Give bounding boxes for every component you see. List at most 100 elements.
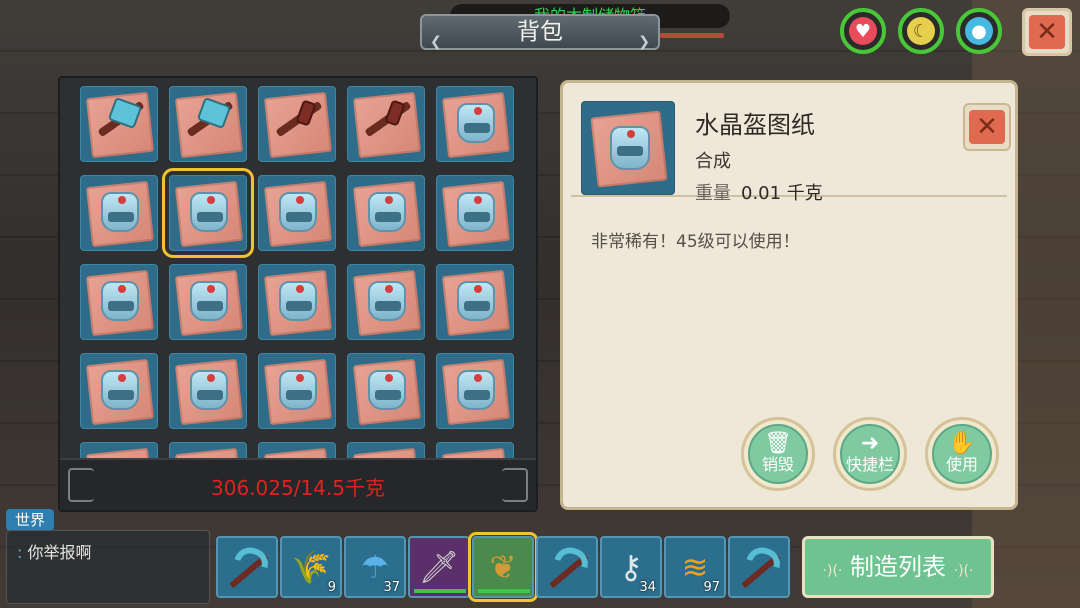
- discard-label: 销毁: [761, 455, 794, 474]
- ornament-right-icon: ·)(·: [953, 563, 974, 579]
- water-indicator[interactable]: ●: [956, 8, 1002, 54]
- hotbar-slot[interactable]: ❦: [468, 532, 538, 602]
- inventory-slot[interactable]: [80, 264, 158, 340]
- close-icon: ✕: [1029, 15, 1065, 49]
- item-count: 34: [639, 580, 656, 595]
- blueprint-paper: [264, 447, 332, 458]
- craft-list-label: 制造列表: [850, 553, 946, 581]
- shortcut-button[interactable]: ➜ 快捷栏: [833, 417, 907, 491]
- helmet-icon: [279, 281, 317, 321]
- inventory-slot[interactable]: [80, 442, 158, 458]
- banana-pouch-icon: ❦: [489, 548, 517, 586]
- blueprint-paper: [264, 91, 332, 159]
- chat-prefix: :: [17, 543, 23, 562]
- helmet-icon: [101, 192, 139, 232]
- heart-icon: ♥: [849, 17, 877, 45]
- chat-message: : 你举报啊: [17, 539, 92, 563]
- inventory-slot[interactable]: [347, 264, 425, 340]
- shortcut-button-face: ➜ 快捷栏: [840, 424, 900, 484]
- hand-icon: ✋: [948, 431, 976, 456]
- inventory-slot[interactable]: [436, 175, 514, 251]
- hotbar-slot[interactable]: 🌾 9: [280, 536, 342, 598]
- hotbar-slot[interactable]: [216, 536, 278, 598]
- inventory-slot[interactable]: [169, 353, 247, 429]
- inventory-slot[interactable]: [258, 442, 336, 458]
- inventory-slot[interactable]: [258, 353, 336, 429]
- inventory-slot[interactable]: [347, 442, 425, 458]
- blueprint-paper: [353, 447, 421, 458]
- inventory-slot[interactable]: [436, 264, 514, 340]
- inventory-slot[interactable]: [258, 175, 336, 251]
- inventory-slot[interactable]: [80, 86, 158, 162]
- item-detail-panel: 水晶盔图纸 合成 重量 0.01 千克 ✕ 非常稀有！45级可以使用！ 🗑 销毁…: [560, 80, 1018, 510]
- inventory-slot[interactable]: [436, 353, 514, 429]
- inventory-slot[interactable]: [347, 175, 425, 251]
- page-title: 背包: [517, 19, 563, 45]
- item-detail-icon: [581, 101, 675, 195]
- hotbar-slot[interactable]: ☂ 37: [344, 536, 406, 598]
- helmet-icon: [368, 192, 406, 232]
- container-durability-bar: [660, 33, 724, 38]
- hotbar-slot[interactable]: [536, 536, 598, 598]
- craft-list-button[interactable]: ·)(· 制造列表 ·)(·: [802, 536, 994, 598]
- helmet-icon: [190, 192, 228, 232]
- trash-icon: 🗑: [764, 431, 792, 456]
- inventory-slot[interactable]: [347, 353, 425, 429]
- helmet-icon: [279, 192, 317, 232]
- helmet-icon: [101, 281, 139, 321]
- health-indicator[interactable]: ♥: [840, 8, 886, 54]
- helmet-icon: [457, 192, 495, 232]
- close-detail-button[interactable]: ✕: [963, 103, 1011, 151]
- chat-channel-tab[interactable]: 世界: [6, 509, 54, 531]
- close-backpack-button[interactable]: ✕: [1022, 8, 1072, 56]
- helmet-icon: [101, 370, 139, 410]
- helmet-icon: [457, 370, 495, 410]
- hotbar-slot[interactable]: 🗡: [408, 536, 470, 598]
- hotbar-slot[interactable]: ⚷ 34: [600, 536, 662, 598]
- inventory-grid[interactable]: [80, 86, 520, 458]
- shortcut-label: 快捷栏: [845, 455, 894, 474]
- pickaxe-icon: [746, 543, 784, 569]
- blueprint-paper: [175, 447, 243, 458]
- inventory-slot[interactable]: [162, 168, 254, 258]
- inventory-slot[interactable]: [347, 86, 425, 162]
- chat-box[interactable]: : 你举报啊: [6, 530, 210, 604]
- helmet-icon: [190, 281, 228, 321]
- helmet-icon: [190, 370, 228, 410]
- item-name: 水晶盔图纸: [695, 111, 815, 139]
- banana-icon: ☾: [907, 17, 935, 45]
- discard-button-face: 🗑 销毁: [748, 424, 808, 484]
- inventory-slot[interactable]: [169, 264, 247, 340]
- inventory-slot[interactable]: [169, 442, 247, 458]
- discard-button[interactable]: 🗑 销毁: [741, 417, 815, 491]
- inventory-slot[interactable]: [80, 353, 158, 429]
- inventory-slot[interactable]: [80, 175, 158, 251]
- blueprint-paper: [353, 91, 421, 159]
- helmet-icon: [457, 281, 495, 321]
- hotbar-slot[interactable]: ≋ 97: [664, 536, 726, 598]
- carry-weight: 306.025/14.5千克: [211, 476, 385, 500]
- helmet-icon: [368, 281, 406, 321]
- helmet-icon: [457, 103, 495, 143]
- inventory-slot[interactable]: [258, 264, 336, 340]
- use-button[interactable]: ✋ 使用: [925, 417, 999, 491]
- hotbar-slot[interactable]: [728, 536, 790, 598]
- hunger-indicator[interactable]: ☾: [898, 8, 944, 54]
- close-icon: ✕: [969, 110, 1005, 144]
- use-label: 使用: [945, 455, 978, 474]
- helmet-icon: [610, 126, 650, 170]
- inventory-slot[interactable]: [169, 86, 247, 162]
- item-weight-label: 重量: [695, 183, 731, 204]
- inventory-slot[interactable]: [436, 442, 514, 458]
- helmet-icon: [279, 370, 317, 410]
- item-detail-header: 水晶盔图纸 合成 重量 0.01 千克 ✕: [571, 91, 1011, 204]
- weight-bar: 306.025/14.5千克: [60, 458, 536, 510]
- use-button-face: ✋ 使用: [932, 424, 992, 484]
- droplet-icon: ●: [965, 17, 993, 45]
- inventory-slot[interactable]: [258, 86, 336, 162]
- item-description: 非常稀有！45级可以使用！: [591, 232, 800, 252]
- inventory-slot[interactable]: [436, 86, 514, 162]
- sword-icon: 🗡: [418, 548, 460, 586]
- durability-bar: [414, 589, 466, 593]
- page-title-banner: ❮ 背包 ❯: [420, 14, 660, 50]
